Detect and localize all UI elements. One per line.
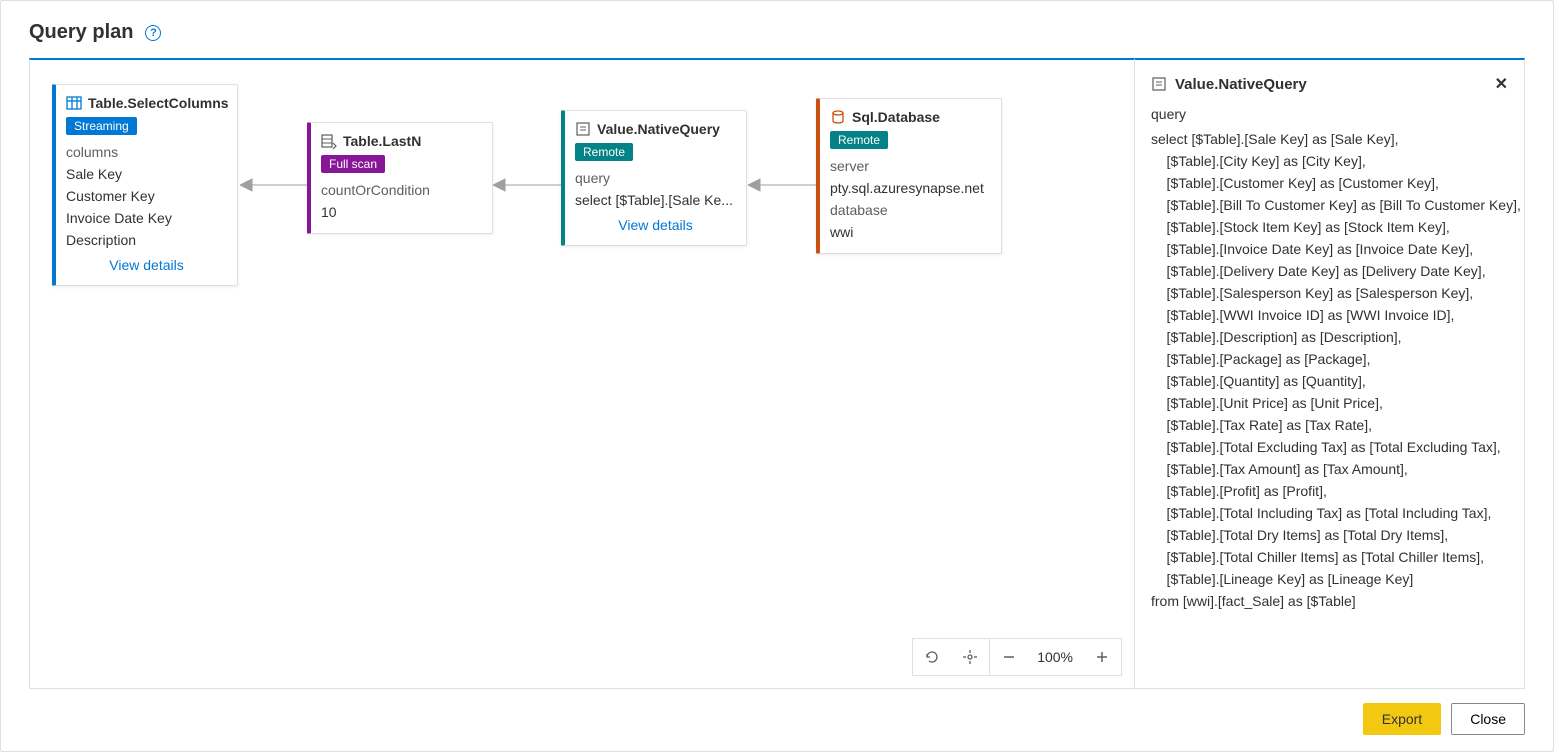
close-button[interactable]: Close xyxy=(1451,703,1525,735)
zoom-toolbar: 100% xyxy=(912,638,1122,676)
node-header: Value.NativeQuery xyxy=(565,111,746,143)
node-sql-database[interactable]: Sql.Database Remote server pty.sql.azure… xyxy=(816,98,1002,254)
node-value: Invoice Date Key xyxy=(66,207,227,229)
node-title: Value.NativeQuery xyxy=(597,121,720,137)
dialog-footer: Export Close xyxy=(29,689,1525,735)
node-value: Customer Key xyxy=(66,185,227,207)
node-body: Remote query select [$Table].[Sale Ke...… xyxy=(565,143,746,245)
export-button[interactable]: Export xyxy=(1363,703,1441,735)
node-value: pty.sql.azuresynapse.net xyxy=(830,177,991,199)
page-title: Query plan xyxy=(29,21,133,44)
node-param-label: columns xyxy=(66,141,227,163)
panel-title: Value.NativeQuery xyxy=(1175,76,1307,93)
zoom-level: 100% xyxy=(1027,649,1083,665)
edge-arrow xyxy=(748,175,818,195)
sql-text: select [$Table].[Sale Key] as [Sale Key]… xyxy=(1151,128,1508,612)
node-title: Sql.Database xyxy=(852,109,940,125)
query-plan-dialog: Query plan ? xyxy=(0,0,1554,752)
query-icon xyxy=(575,121,591,137)
badge-remote: Remote xyxy=(575,143,633,161)
node-header: Table.SelectColumns xyxy=(56,85,237,117)
node-value: select [$Table].[Sale Ke... xyxy=(575,189,736,211)
table-lastn-icon xyxy=(321,133,337,149)
node-title: Table.LastN xyxy=(343,133,421,149)
view-details-link[interactable]: View details xyxy=(66,251,227,275)
badge-remote: Remote xyxy=(830,131,888,149)
edge-arrow xyxy=(493,175,563,195)
node-table-selectcolumns[interactable]: Table.SelectColumns Streaming columns Sa… xyxy=(52,84,238,286)
badge-fullscan: Full scan xyxy=(321,155,385,173)
node-value-nativequery[interactable]: Value.NativeQuery Remote query select [$… xyxy=(561,110,747,246)
node-param-label: query xyxy=(575,167,736,189)
query-icon xyxy=(1151,76,1167,92)
database-icon xyxy=(830,109,846,125)
view-details-link[interactable]: View details xyxy=(575,211,736,235)
badge-streaming: Streaming xyxy=(66,117,137,135)
panel-header: Value.NativeQuery ✕ xyxy=(1151,74,1508,94)
panel-section-label: query xyxy=(1151,106,1508,122)
help-icon[interactable]: ? xyxy=(145,25,161,41)
node-value: 10 xyxy=(321,201,482,223)
fit-view-button[interactable] xyxy=(951,639,989,675)
dialog-header: Query plan ? xyxy=(29,21,1525,44)
node-title: Table.SelectColumns xyxy=(88,95,229,111)
node-body: Full scan countOrCondition 10 xyxy=(311,155,492,233)
edge-arrow xyxy=(240,175,310,195)
table-icon xyxy=(66,95,82,111)
node-header: Table.LastN xyxy=(311,123,492,155)
close-panel-button[interactable]: ✕ xyxy=(1495,74,1508,94)
node-body: Remote server pty.sql.azuresynapse.net d… xyxy=(820,131,1001,253)
content-area: Table.SelectColumns Streaming columns Sa… xyxy=(29,58,1525,689)
zoom-out-button[interactable] xyxy=(989,639,1027,675)
zoom-in-button[interactable] xyxy=(1083,639,1121,675)
node-value: wwi xyxy=(830,221,991,243)
reset-view-button[interactable] xyxy=(913,639,951,675)
node-param-label: server xyxy=(830,155,991,177)
node-param-label: countOrCondition xyxy=(321,179,482,201)
node-value: Sale Key xyxy=(66,163,227,185)
node-body: Streaming columns Sale Key Customer Key … xyxy=(56,117,237,285)
details-panel: Value.NativeQuery ✕ query select [$Table… xyxy=(1135,58,1525,689)
node-table-lastn[interactable]: Table.LastN Full scan countOrCondition 1… xyxy=(307,122,493,234)
node-value: Description xyxy=(66,229,227,251)
plan-canvas[interactable]: Table.SelectColumns Streaming columns Sa… xyxy=(29,58,1135,689)
node-param-label: database xyxy=(830,199,991,221)
node-header: Sql.Database xyxy=(820,99,1001,131)
